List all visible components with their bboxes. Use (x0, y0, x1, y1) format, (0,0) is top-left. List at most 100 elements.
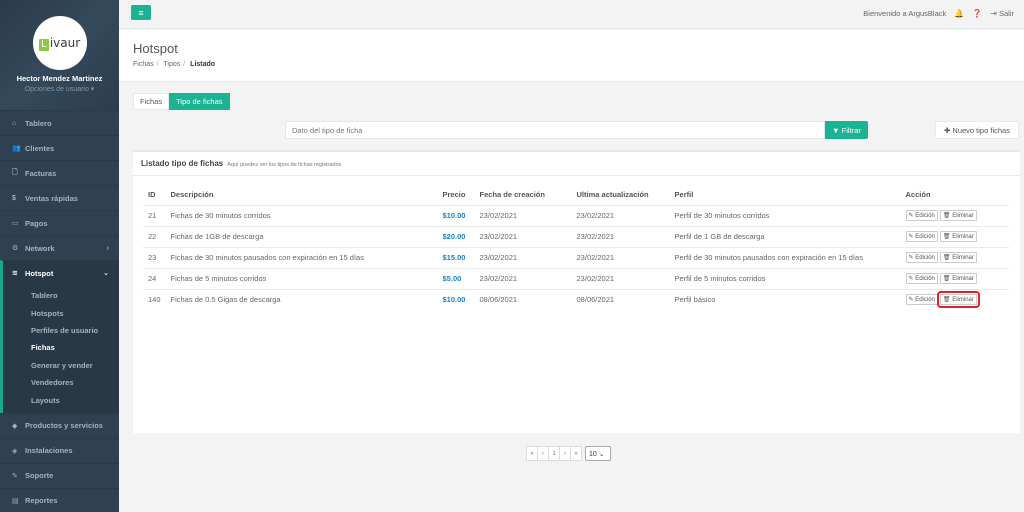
column-header-created[interactable]: Fecha de creación (474, 185, 572, 206)
new-type-button[interactable]: ✚ Nuevo tipo fichas (935, 121, 1019, 139)
search-input[interactable] (285, 121, 825, 139)
trash-icon: 🗑 (942, 276, 951, 282)
cell-description: Fichas de 30 minutos pausados con expira… (165, 247, 438, 269)
help-icon[interactable]: ❓ (972, 9, 982, 18)
user-options-dropdown[interactable]: Opciones de usuario ▾ (0, 85, 119, 93)
sidebar-item-soporte[interactable]: ✎ Soporte (0, 462, 119, 488)
users-icon: 👥 (12, 145, 21, 152)
document-icon: 🗋 (12, 168, 18, 176)
bell-icon[interactable]: 🔔 (954, 9, 964, 18)
page-size-select[interactable]: 10 ⌄ (585, 446, 611, 461)
hamburger-icon: ≡ (138, 7, 144, 18)
dollar-icon: $ (12, 194, 16, 202)
report-icon: ▤ (12, 497, 19, 505)
cell-actions: ✎ Edición 🗑 Eliminar (900, 247, 1009, 269)
money-icon: ▭ (12, 220, 19, 227)
cell-created: 23/02/2021 (474, 205, 572, 227)
profile-block: Livaur Hector Mendez Martinez Opciones d… (0, 0, 119, 110)
column-header-id[interactable]: ID (143, 185, 166, 206)
edit-button[interactable]: ✎ Edición (905, 231, 938, 242)
submenu-item-hotspots[interactable]: Hotspots (3, 304, 119, 321)
welcome-text: Bienvenido a ArgusBlack (863, 9, 947, 18)
delete-button[interactable]: 🗑 Eliminar (936, 291, 980, 309)
edit-button[interactable]: ✎ Edición (905, 273, 938, 284)
chevron-icon: ‹ (106, 244, 109, 252)
sidebar-item-label: Clientes (25, 143, 55, 153)
submenu-item-tablero[interactable]: Tablero (3, 287, 119, 304)
cell-created: 23/02/2021 (474, 226, 572, 248)
edit-button[interactable]: ✎ Edición (905, 252, 938, 263)
sidebar-item-tablero[interactable]: ⌂ Tablero (0, 110, 119, 135)
cell-updated: 08/06/2021 (576, 295, 615, 305)
submenu-item-fichas[interactable]: Fichas (3, 339, 119, 356)
sidebar-item-reportes[interactable]: ▤ Reportes (0, 487, 119, 512)
user-name: Hector Mendez Martinez (16, 74, 103, 83)
page-title: Hotspot (133, 41, 178, 56)
cell-description: Fichas de 0.5 Gigas de descarga (170, 295, 281, 305)
table-row: 23 Fichas de 30 minutos pausados con expi… (143, 247, 1009, 269)
sidebar: Livaur Hector Mendez Martinez Opciones d… (0, 0, 119, 512)
tab-fichas[interactable]: Fichas (133, 93, 170, 110)
delete-button[interactable]: 🗑 Eliminar (939, 231, 977, 242)
sidebar-item-label: Ventas rápidas (25, 193, 78, 203)
types-table: ID Descripción Precio Fecha de creación … (143, 185, 1009, 310)
sidebar-item-ventas-r-pidas[interactable]: $ Ventas rápidas (0, 185, 119, 210)
logout-link[interactable]: ⇥ Salir (990, 9, 1014, 18)
dashboard-icon: ⌂ (12, 119, 17, 127)
column-header-updated[interactable]: Ultima actualización (571, 185, 670, 206)
last-page-button[interactable]: » (570, 446, 582, 461)
sidebar-item-pagos[interactable]: ▭ Pagos (0, 210, 119, 235)
sidebar-item-label: Facturas (25, 168, 57, 178)
cell-actions: ✎ Edición 🗑 Eliminar (900, 205, 1009, 227)
sidebar-item-facturas[interactable]: 🗋 Facturas (0, 160, 119, 185)
trash-icon: 🗑 (942, 213, 951, 219)
sidebar-item-label: Instalaciones (25, 446, 73, 456)
delete-button[interactable]: 🗑 Eliminar (939, 273, 977, 284)
edit-icon: ✎ (908, 234, 914, 240)
menu-toggle-button[interactable]: ≡ (131, 5, 151, 20)
cell-profile: Perfil de 1 GB de descarga (669, 226, 901, 248)
sidebar-item-label: Hotspot (25, 268, 54, 278)
column-header-profile[interactable]: Perfil (669, 185, 901, 206)
cell-created: 23/02/2021 (474, 247, 572, 269)
cell-created: 08/06/2021 (479, 295, 518, 305)
sidebar-item-hotspot[interactable]: ≋ Hotspot ⌄ (0, 260, 119, 285)
column-header-price[interactable]: Precio (437, 185, 475, 206)
sidebar-item-network[interactable]: ⚙ Network ‹ (0, 235, 119, 260)
sidebar-item-label: Network (25, 243, 55, 253)
table-row: 22 Fichas de 1GB de descarga $20.00 23/02/2… (143, 226, 1009, 248)
submenu-item-perfiles-de-usuario[interactable]: Perfiles de usuario (3, 322, 119, 339)
edit-icon: ✎ (908, 276, 914, 282)
sidebar-item-clientes[interactable]: 👥 Clientes (0, 135, 119, 160)
edit-icon: ✎ (908, 297, 914, 304)
sidebar-item-label: Productos y servicios (25, 421, 103, 431)
delete-button[interactable]: 🗑 Eliminar (939, 210, 977, 221)
company-logo[interactable]: Livaur (32, 16, 87, 70)
column-header-description[interactable]: Descripción (165, 185, 438, 206)
sidebar-item-label: Pagos (25, 218, 48, 228)
filter-button[interactable]: ▼ Filtrar (825, 121, 868, 139)
submenu-item-layouts[interactable]: Layouts (3, 391, 119, 408)
breadcrumb-tipos[interactable]: Tipos (163, 61, 180, 68)
cell-description: Fichas de 5 minutos corridos (165, 268, 438, 290)
edit-button[interactable]: ✎ Edición (905, 210, 938, 221)
edit-button[interactable]: ✎ Edición (905, 294, 938, 306)
submenu-item-generar-y-vender[interactable]: Generar y vender (3, 357, 119, 374)
cell-id: 21 (143, 205, 166, 227)
tag-icon: ◆ (12, 422, 18, 430)
funnel-icon: ▼ (832, 125, 840, 135)
cell-id: 22 (143, 226, 166, 248)
breadcrumb-fichas[interactable]: Fichas (133, 61, 154, 68)
wifi-icon: ≋ (12, 270, 18, 277)
cell-profile: Perfil básico (674, 295, 716, 305)
tab-tipo-de-fichas[interactable]: Tipo de fichas (169, 93, 230, 110)
table-row: 21 Fichas de 30 minutos corridos $10.00 23/… (143, 205, 1009, 227)
sidebar-item-label: Soporte (25, 471, 54, 481)
network-icon: ⚙ (12, 245, 19, 252)
sidebar-item-productos-y-servicios[interactable]: ◆ Productos y servicios (0, 412, 119, 438)
logout-icon: ⇥ (990, 9, 997, 18)
filter-bar: ▼ Filtrar ✚ Nuevo tipo fichas (133, 110, 1020, 148)
sidebar-item-instalaciones[interactable]: ◈ Instalaciones (0, 437, 119, 463)
submenu-item-vendedores[interactable]: Vendedores (3, 374, 119, 391)
delete-button[interactable]: 🗑 Eliminar (939, 252, 977, 263)
